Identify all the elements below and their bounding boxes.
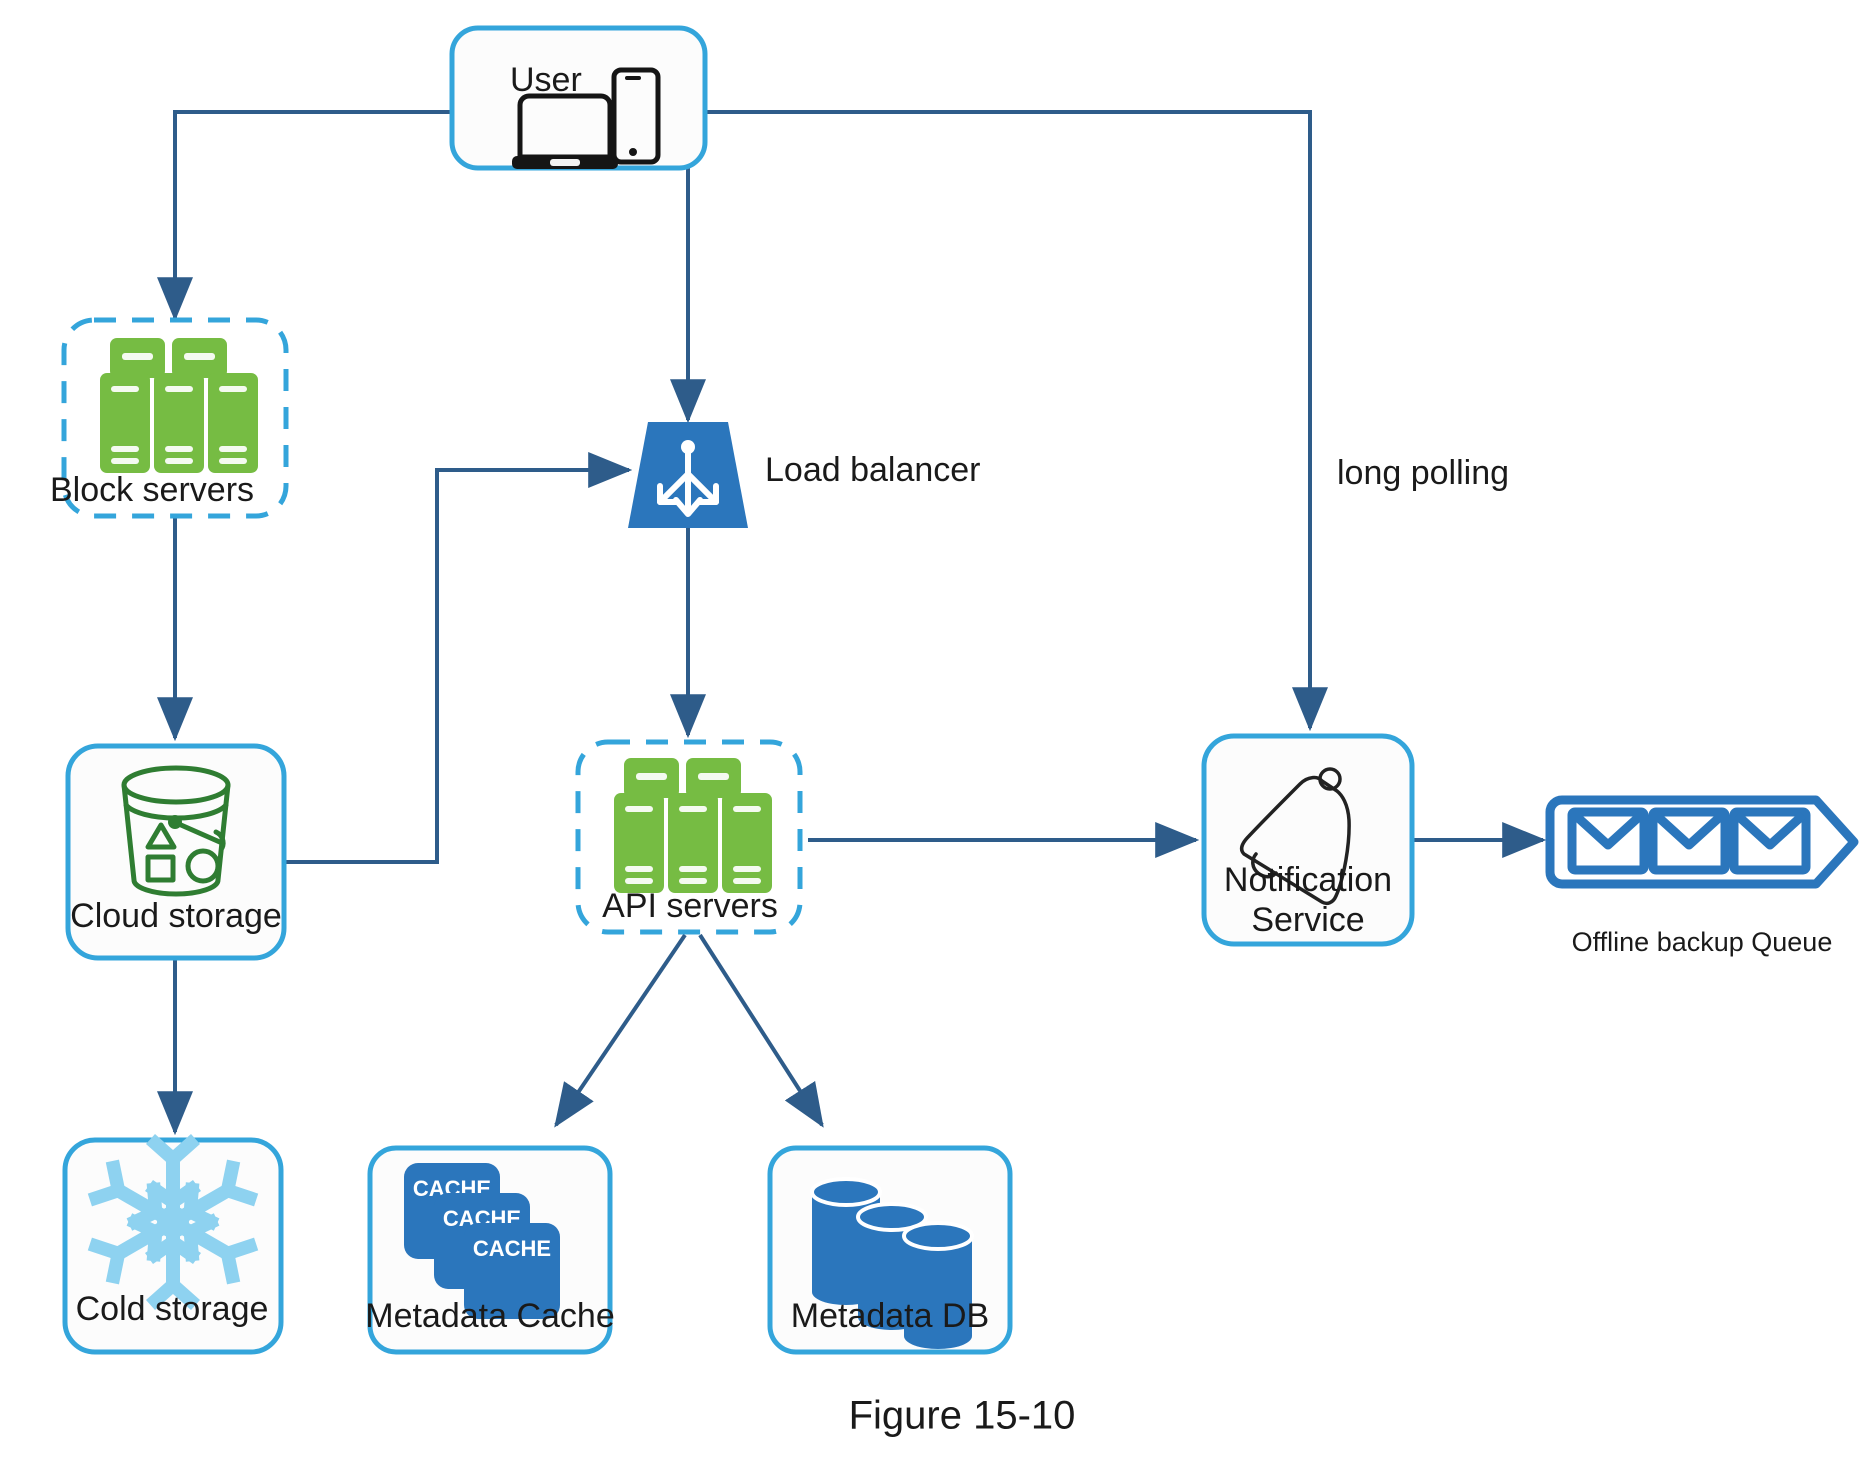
node-block-servers[interactable]: Block servers bbox=[50, 317, 289, 519]
node-user[interactable]: User bbox=[449, 25, 708, 171]
node-metadata-cache[interactable]: CACHE CACHE CACHE Metadata Cache bbox=[365, 1145, 615, 1355]
metadata-db-label: Metadata DB bbox=[791, 1297, 989, 1335]
cloud-storage-label: Cloud storage bbox=[70, 897, 282, 935]
metadata-cache-label: Metadata Cache bbox=[365, 1297, 615, 1335]
node-offline-backup-queue[interactable]: Offline backup Queue bbox=[1545, 795, 1859, 957]
message-queue-icon bbox=[1567, 807, 1811, 875]
node-cloud-storage[interactable]: Cloud storage bbox=[65, 743, 287, 961]
edge-api-servers-to-metadata-db bbox=[698, 933, 824, 1128]
api-servers-label: API servers bbox=[602, 887, 778, 925]
edges-layer bbox=[157, 110, 1547, 1136]
edge-user-to-block-servers bbox=[157, 110, 452, 322]
node-load-balancer[interactable]: Load balancer bbox=[628, 422, 981, 528]
block-servers-label: Block servers bbox=[50, 471, 254, 509]
node-api-servers[interactable]: API servers bbox=[575, 739, 803, 935]
notification-service-label-line1: Notification bbox=[1224, 861, 1392, 899]
edge-api-servers-to-metadata-cache bbox=[554, 933, 687, 1128]
node-notification-service[interactable]: Notification Service bbox=[1201, 733, 1415, 947]
edge-label-long-polling: long polling bbox=[1337, 454, 1509, 492]
node-cold-storage[interactable]: Cold storage bbox=[62, 1134, 284, 1355]
user-label: User bbox=[510, 61, 582, 99]
load-balancer-label: Load balancer bbox=[765, 451, 981, 489]
architecture-diagram: long polling User Block servers Load bal… bbox=[0, 0, 1864, 1462]
cold-storage-label: Cold storage bbox=[76, 1290, 269, 1328]
cache-tile-label-3: CACHE bbox=[473, 1236, 551, 1261]
green-servers-icon bbox=[100, 338, 258, 473]
notification-service-label-line2: Service bbox=[1251, 901, 1364, 939]
edge-user-to-notification-service bbox=[705, 110, 1328, 732]
figure-caption: Figure 15-10 bbox=[849, 1394, 1076, 1438]
node-metadata-db[interactable]: Metadata DB bbox=[767, 1145, 1013, 1355]
offline-backup-queue-label: Offline backup Queue bbox=[1572, 927, 1833, 957]
diagram-canvas: long polling User Block servers Load bal… bbox=[50, 25, 1859, 1438]
green-servers-icon bbox=[614, 758, 772, 893]
